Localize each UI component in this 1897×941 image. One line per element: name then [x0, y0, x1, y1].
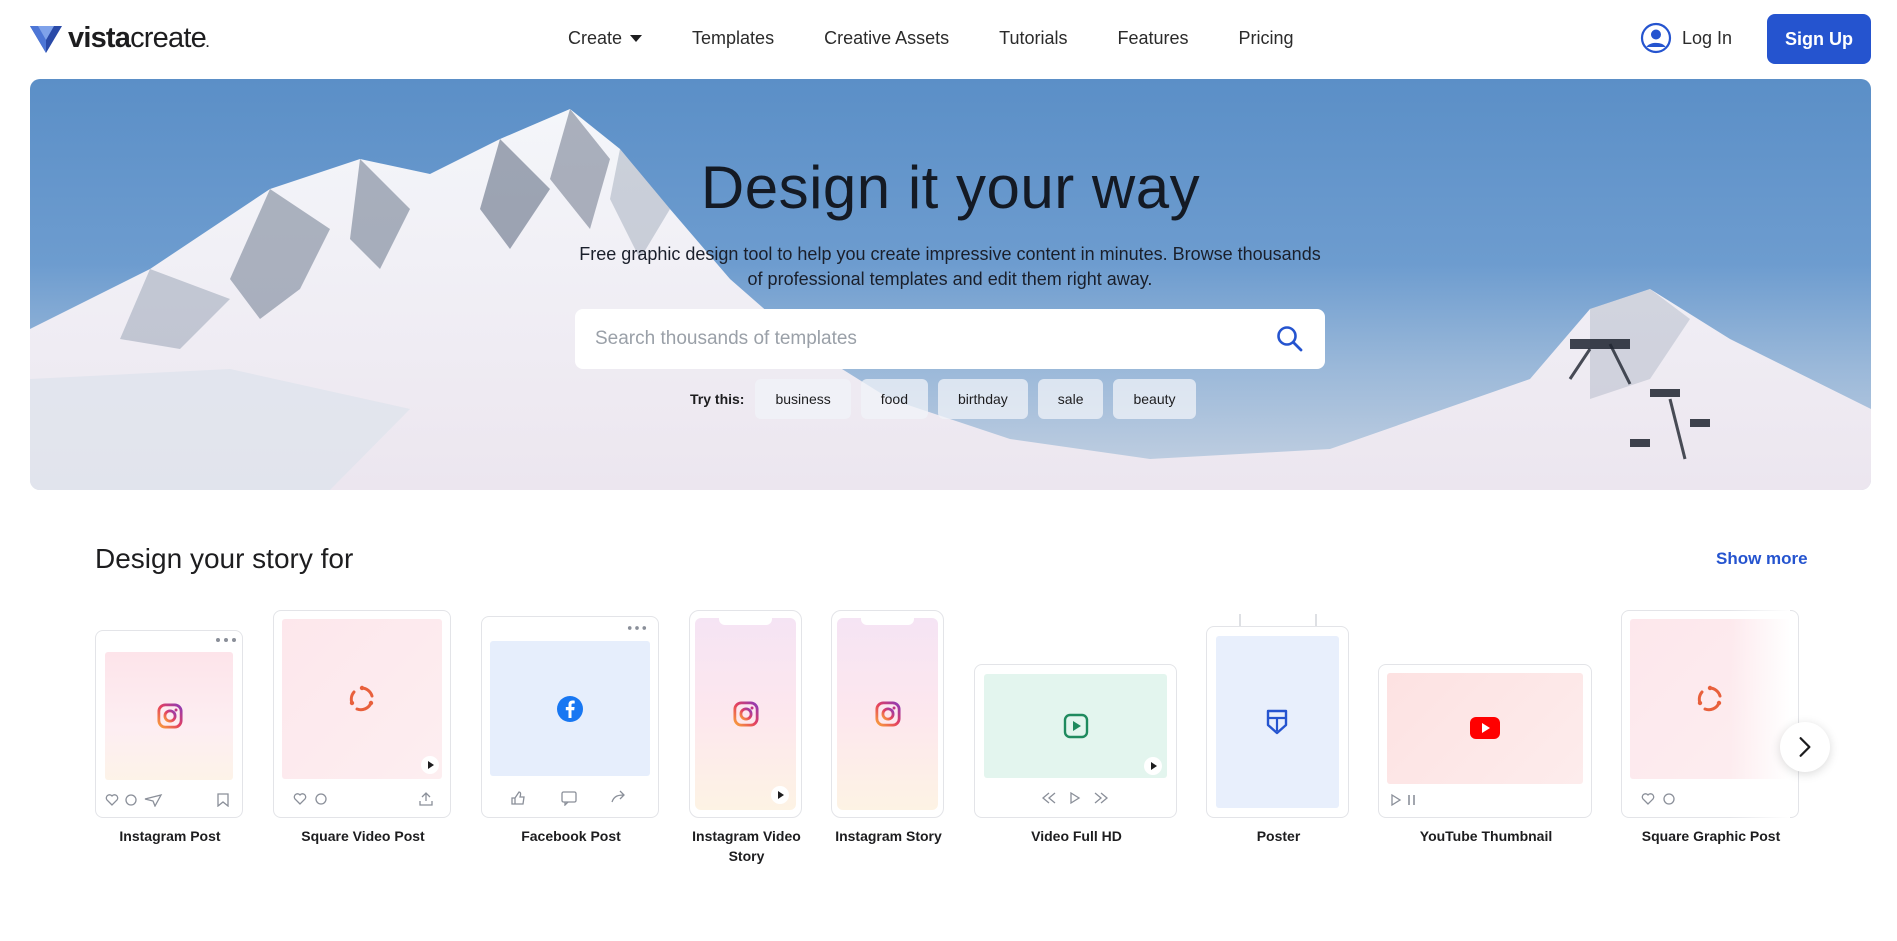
nav-features[interactable]: Features: [1118, 28, 1189, 49]
try-this-label: Try this:: [690, 391, 745, 407]
format-card-video-full-hd[interactable]: Video Full HD: [974, 664, 1179, 870]
format-card-youtube-thumbnail[interactable]: YouTube Thumbnail: [1378, 664, 1594, 870]
nav-features-label: Features: [1117, 28, 1189, 48]
suggestion-chip-sale[interactable]: sale: [1037, 379, 1104, 419]
phone-notch: [861, 616, 914, 625]
nav-creative-assets-label: Creative Assets: [824, 28, 950, 48]
signup-button[interactable]: Sign Up: [1767, 14, 1871, 64]
like-comment-share-icons: [511, 790, 625, 806]
search-icon[interactable]: [1275, 324, 1305, 354]
template-search-input[interactable]: [595, 328, 1275, 350]
phone-notch: [719, 616, 772, 625]
format-label: Instagram Story: [835, 828, 942, 844]
show-more-link[interactable]: Show more: [1716, 549, 1808, 569]
nav-templates[interactable]: Templates: [692, 28, 774, 49]
facebook-icon: [557, 696, 583, 722]
play-pause-icons: [1391, 793, 1415, 807]
bookmark-icon: [217, 793, 229, 807]
video-controls-icons: [1041, 791, 1109, 805]
format-label: YouTube Thumbnail: [1419, 828, 1553, 844]
like-comment-icons: [1641, 793, 1675, 805]
format-label: Facebook Post: [521, 828, 621, 844]
suggestion-chip-food[interactable]: food: [860, 379, 928, 419]
nav-templates-label: Templates: [692, 28, 775, 48]
format-card-instagram-story[interactable]: Instagram Story: [831, 610, 946, 870]
like-comment-icons: [293, 793, 327, 805]
nav-pricing[interactable]: Pricing: [1239, 28, 1294, 49]
play-badge-icon: [771, 786, 789, 804]
youtube-icon: [1470, 717, 1500, 739]
hero-subtitle: Free graphic design tool to help you cre…: [579, 244, 1321, 289]
poster-hanger-icon: [1239, 614, 1317, 626]
section-title: Design your story for: [95, 543, 354, 574]
play-icon: [1063, 713, 1089, 739]
site-header: vistacreate. Create Templates Creative A…: [0, 0, 1897, 78]
play-badge-icon: [421, 756, 439, 774]
play-badge-icon: [1144, 757, 1162, 775]
animation-icon: [349, 685, 374, 712]
template-search-bar: [575, 309, 1325, 369]
suggestion-chip-birthday[interactable]: birthday: [937, 379, 1028, 419]
nav-create[interactable]: Create: [568, 28, 643, 49]
suggestion-chip-business[interactable]: business: [755, 379, 851, 419]
animation-icon: [1697, 685, 1722, 712]
carousel-fade: [1730, 600, 1790, 830]
format-card-poster[interactable]: Poster: [1206, 612, 1351, 870]
more-dots-icon: [216, 638, 236, 642]
format-card-facebook-post[interactable]: Facebook Post: [481, 616, 661, 870]
format-label: Instagram Post: [119, 828, 221, 844]
instagram-icon: [875, 701, 901, 727]
user-icon: [1640, 22, 1672, 54]
format-card-instagram-post[interactable]: Instagram Post: [95, 630, 245, 870]
share-icon: [419, 792, 433, 806]
caret-down-icon: [630, 35, 643, 42]
hero-banner: Design it your way Free graphic design t…: [30, 79, 1871, 490]
format-card-square-video-post[interactable]: Square Video Post: [273, 610, 453, 870]
logo-text: vistacreate.: [68, 22, 209, 54]
format-label: Video Full HD: [1031, 828, 1122, 844]
search-suggestions: Try this: business food birthday sale be…: [690, 379, 1196, 419]
more-dots-icon: [627, 626, 647, 630]
main-nav: Create Templates Creative Assets Tutoria…: [568, 28, 1344, 49]
chevron-right-icon: [1799, 737, 1811, 757]
login-label: Log In: [1682, 27, 1733, 48]
logo-mark-icon: [30, 25, 62, 53]
format-label: Poster: [1256, 828, 1301, 844]
instagram-icon: [733, 701, 759, 727]
poster-icon: [1266, 709, 1288, 735]
logo[interactable]: vistacreate.: [30, 22, 209, 55]
suggestion-chip-beauty[interactable]: beauty: [1113, 379, 1196, 419]
nav-create-label: Create: [568, 28, 623, 48]
format-card-instagram-video-story[interactable]: Instagram Video Story: [689, 610, 804, 890]
hero-title: Design it your way: [700, 154, 1201, 221]
login-link[interactable]: Log In: [1640, 22, 1732, 54]
nav-tutorials-label: Tutorials: [999, 28, 1068, 48]
format-label: Square Video Post: [301, 828, 425, 844]
nav-creative-assets[interactable]: Creative Assets: [824, 28, 949, 49]
format-label: Instagram Video Story: [692, 828, 801, 864]
nav-pricing-label: Pricing: [1238, 28, 1294, 48]
nav-tutorials[interactable]: Tutorials: [999, 28, 1067, 49]
carousel-next-button[interactable]: [1780, 722, 1830, 772]
instagram-icon: [157, 703, 183, 729]
like-comment-share-icons: [105, 794, 163, 807]
